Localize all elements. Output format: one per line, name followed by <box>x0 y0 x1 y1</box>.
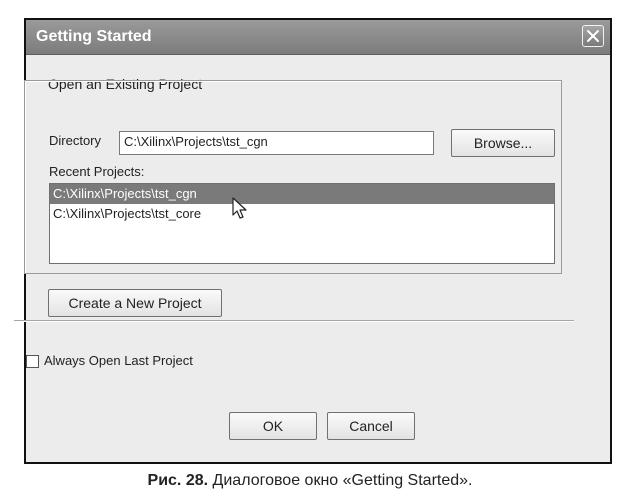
dialog-title: Getting Started <box>36 28 152 45</box>
dialog-titlebar: Getting Started <box>26 20 610 55</box>
close-icon <box>587 30 599 42</box>
recent-projects-label: Recent Projects: <box>49 164 145 179</box>
close-button[interactable] <box>582 25 604 47</box>
cancel-button[interactable]: Cancel <box>327 412 415 440</box>
figure-caption: Рис. 28. Диалоговое окно «Getting Starte… <box>0 472 620 490</box>
recent-projects-list[interactable]: C:\Xilinx\Projects\tst_cgn C:\Xilinx\Pro… <box>49 183 555 264</box>
separator <box>14 320 574 322</box>
directory-input[interactable]: C:\Xilinx\Projects\tst_cgn <box>119 131 434 155</box>
always-open-label: Always Open Last Project <box>44 353 193 368</box>
ok-button[interactable]: OK <box>229 412 317 440</box>
browse-button[interactable]: Browse... <box>451 129 555 157</box>
mouse-cursor-icon <box>232 197 247 219</box>
recent-project-item[interactable]: C:\Xilinx\Projects\tst_core <box>50 204 554 224</box>
create-new-project-button[interactable]: Create a New Project <box>48 289 222 317</box>
recent-project-item[interactable]: C:\Xilinx\Projects\tst_cgn <box>50 184 554 204</box>
always-open-checkbox[interactable] <box>26 355 39 368</box>
directory-label: Directory <box>49 133 102 148</box>
figure-caption-text: Диалоговое окно «Getting Started». <box>212 472 473 489</box>
figure-number: Рис. 28. <box>147 472 209 489</box>
